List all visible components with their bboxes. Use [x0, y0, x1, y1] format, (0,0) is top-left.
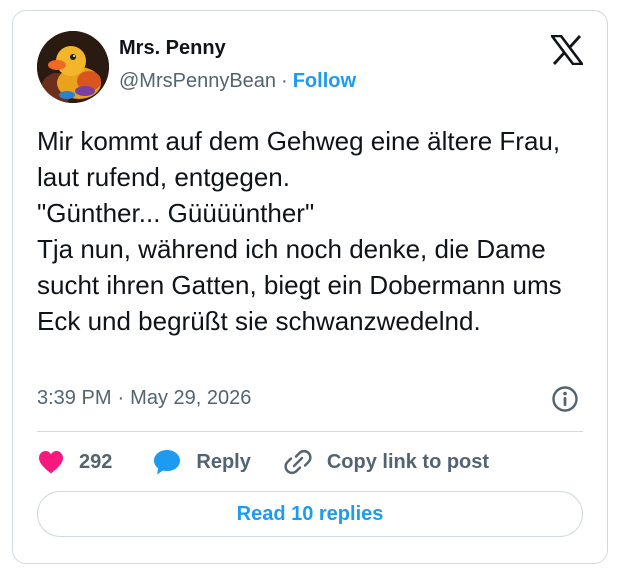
info-icon[interactable]: [551, 385, 579, 413]
display-name[interactable]: Mrs. Penny: [119, 37, 226, 60]
divider: [37, 431, 583, 432]
read-replies-button[interactable]: Read 10 replies: [37, 491, 583, 537]
timestamp[interactable]: 3:39 PM · May 29, 2026: [37, 387, 251, 410]
follow-link[interactable]: Follow: [293, 70, 356, 92]
like-button[interactable]: 292: [37, 449, 112, 475]
heart-icon: [39, 451, 63, 474]
timestamp-separator: ·: [117, 387, 125, 409]
like-count: 292: [79, 450, 113, 473]
handle-row: @MrsPennyBean · Follow: [119, 70, 356, 93]
tweet-time: 3:39 PM: [37, 387, 112, 409]
tweet-text: Mir kommt auf dem Gehweg eine ältere Fra…: [37, 126, 562, 336]
reply-button[interactable]: Reply: [152, 448, 251, 476]
link-icon: [284, 449, 312, 475]
action-bar: 292 Reply Copy link to post: [37, 445, 489, 479]
x-logo-icon[interactable]: [549, 34, 585, 66]
copy-link-button[interactable]: Copy link to post: [283, 447, 489, 477]
speech-bubble-icon: [154, 450, 181, 475]
rubber-duck-avatar-image: [37, 31, 109, 103]
avatar[interactable]: [37, 31, 109, 103]
tweet-card: Mrs. Penny @MrsPennyBean · Follow Mir komm…: [12, 10, 608, 564]
user-handle[interactable]: @MrsPennyBean: [119, 70, 276, 92]
tweet-date: May 29, 2026: [130, 387, 252, 409]
reply-label: Reply: [196, 450, 251, 473]
copy-link-label: Copy link to post: [326, 450, 490, 473]
handle-separator: ·: [281, 70, 288, 92]
